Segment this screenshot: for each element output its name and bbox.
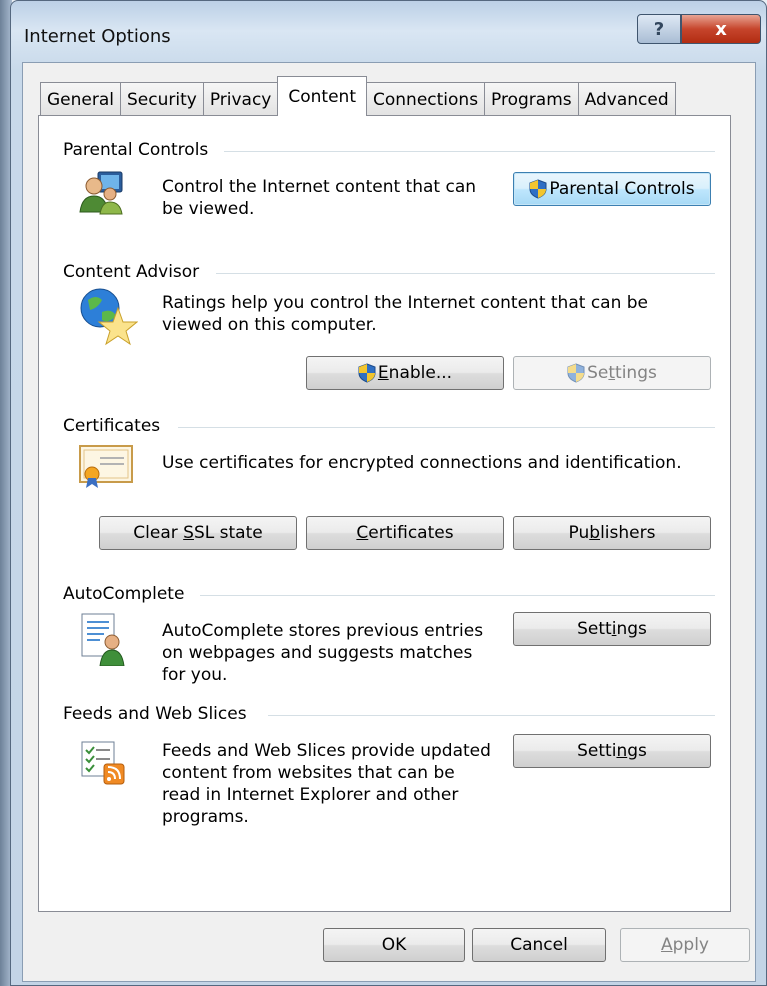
uac-shield-icon	[358, 363, 376, 383]
autocomplete-settings-button[interactable]: Settings	[513, 612, 711, 646]
content-advisor-divider	[216, 273, 715, 274]
advisor-settings-button[interactable]: Settings	[513, 356, 711, 390]
autocomplete-desc-line-2: on webpages and suggests matches	[162, 643, 473, 663]
autocomplete-desc-line-1: AutoComplete stores previous entries	[162, 621, 484, 641]
tab-general[interactable]: General	[40, 82, 121, 116]
content-advisor-description: Ratings help you control the Internet co…	[162, 292, 648, 336]
parental-desc-line-1: Control the Internet content that can	[162, 177, 477, 197]
autocomplete-description: AutoComplete stores previous entries on …	[162, 620, 483, 686]
advisor-desc-line-1: Ratings help you control the Internet co…	[162, 293, 649, 313]
enable-button[interactable]: Enable...	[306, 356, 504, 390]
parental-controls-description: Control the Internet content that can be…	[162, 176, 476, 220]
tab-security[interactable]: Security	[120, 82, 204, 116]
tab-advanced[interactable]: Advanced	[577, 82, 676, 116]
cancel-button[interactable]: Cancel	[472, 928, 606, 962]
tab-programs[interactable]: Programs	[484, 82, 579, 116]
certificates-heading: Certificates	[63, 416, 161, 436]
cancel-button-label: Cancel	[510, 935, 568, 955]
autocomplete-divider	[200, 595, 715, 596]
autocomplete-heading: AutoComplete	[63, 584, 185, 604]
publishers-button-label: Publishers	[568, 523, 656, 543]
certificates-button[interactable]: Certificates	[306, 516, 504, 550]
parental-controls-heading: Parental Controls	[63, 140, 209, 160]
feeds-settings-button[interactable]: Settings	[513, 734, 711, 768]
content-advisor-globe-star-icon	[78, 286, 139, 351]
autocomplete-icon	[80, 612, 126, 671]
clear-ssl-state-label: Clear SSL state	[133, 523, 263, 543]
close-button[interactable]: x	[681, 14, 761, 44]
apply-button[interactable]: Apply	[620, 928, 750, 962]
feeds-divider	[268, 715, 715, 716]
feeds-desc-line-1: Feeds and Web Slices provide updated	[162, 741, 491, 761]
parental-desc-line-2: be viewed.	[162, 199, 255, 219]
enable-button-label: Enable...	[377, 363, 453, 383]
feeds-settings-label: Settings	[577, 741, 647, 761]
publishers-button[interactable]: Publishers	[513, 516, 711, 550]
uac-shield-icon	[567, 363, 585, 383]
help-button[interactable]: ?	[637, 14, 681, 44]
feeds-rss-icon	[80, 740, 126, 791]
content-advisor-heading: Content Advisor	[63, 262, 200, 282]
certificates-description: Use certificates for encrypted connectio…	[162, 453, 682, 473]
apply-button-label: Apply	[660, 935, 709, 955]
clear-ssl-state-button[interactable]: Clear SSL state	[99, 516, 297, 550]
feeds-desc-line-2: content from websites that can be	[162, 763, 455, 783]
parental-controls-divider	[224, 151, 715, 152]
autocomplete-desc-line-3: for you.	[162, 665, 228, 685]
parental-controls-button[interactable]: Parental Controls	[513, 172, 711, 206]
certificates-button-label: Certificates	[356, 523, 454, 543]
advisor-settings-button-label: Settings	[587, 363, 657, 383]
feeds-heading: Feeds and Web Slices	[63, 704, 247, 724]
tab-privacy[interactable]: Privacy	[202, 82, 279, 116]
tab-strip: General Security Privacy Content Connect…	[40, 76, 676, 116]
certificates-divider	[178, 427, 715, 428]
parental-controls-button-label: Parental Controls	[549, 179, 695, 199]
ok-button[interactable]: OK	[323, 928, 465, 962]
parental-controls-icon	[78, 168, 126, 221]
feeds-description: Feeds and Web Slices provide updated con…	[162, 740, 491, 828]
window-title: Internet Options	[24, 26, 171, 47]
certificate-icon	[78, 444, 134, 493]
advisor-desc-line-2: viewed on this computer.	[162, 315, 377, 335]
caption-buttons: ? x	[637, 14, 761, 44]
uac-shield-icon	[529, 179, 547, 199]
autocomplete-settings-label: Settings	[577, 619, 647, 639]
feeds-desc-line-3: read in Internet Explorer and other	[162, 785, 459, 805]
tab-content[interactable]: Content	[277, 76, 367, 116]
tab-connections[interactable]: Connections	[366, 82, 486, 116]
feeds-desc-line-4: programs.	[162, 807, 249, 827]
ok-button-label: OK	[381, 935, 407, 955]
